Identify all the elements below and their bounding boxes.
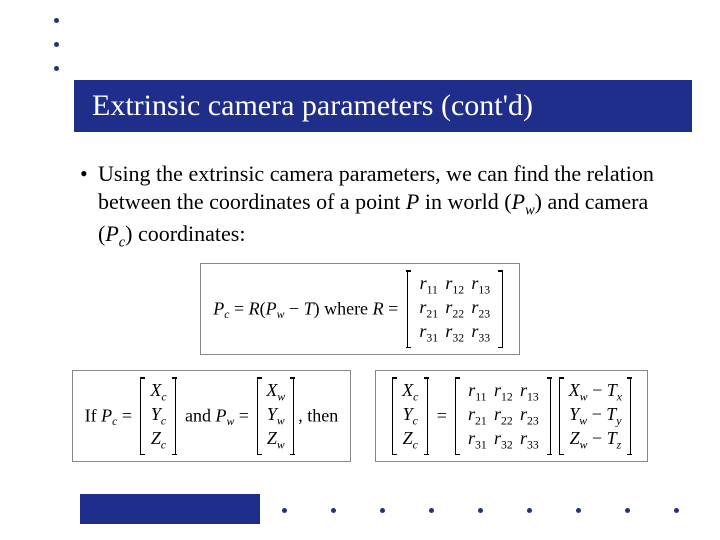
decoration-blue-block bbox=[80, 494, 260, 524]
body-bullet: • Using the extrinsic camera parameters,… bbox=[80, 160, 660, 252]
decoration-dots-vertical bbox=[54, 18, 59, 90]
bullet-tail: ) coordinates: bbox=[125, 221, 245, 246]
title-bar: Extrinsic camera parameters (cont'd) bbox=[74, 80, 692, 132]
sym-Pc: P bbox=[105, 221, 118, 246]
slide-title: Extrinsic camera parameters (cont'd) bbox=[92, 89, 533, 123]
sym-Pw-sub: w bbox=[525, 202, 535, 218]
sym-P: P bbox=[406, 189, 419, 214]
equation-2: If Pc = XcYcZc and Pw = XwYwZw, then XcY… bbox=[0, 370, 720, 462]
decoration-dots-horizontal bbox=[282, 508, 679, 513]
bullet-mid1: in world ( bbox=[419, 189, 511, 214]
sym-Pw: P bbox=[512, 189, 525, 214]
equation-1: Pc = R(Pw − T) where R = r11r12r13r21r22… bbox=[0, 263, 720, 355]
